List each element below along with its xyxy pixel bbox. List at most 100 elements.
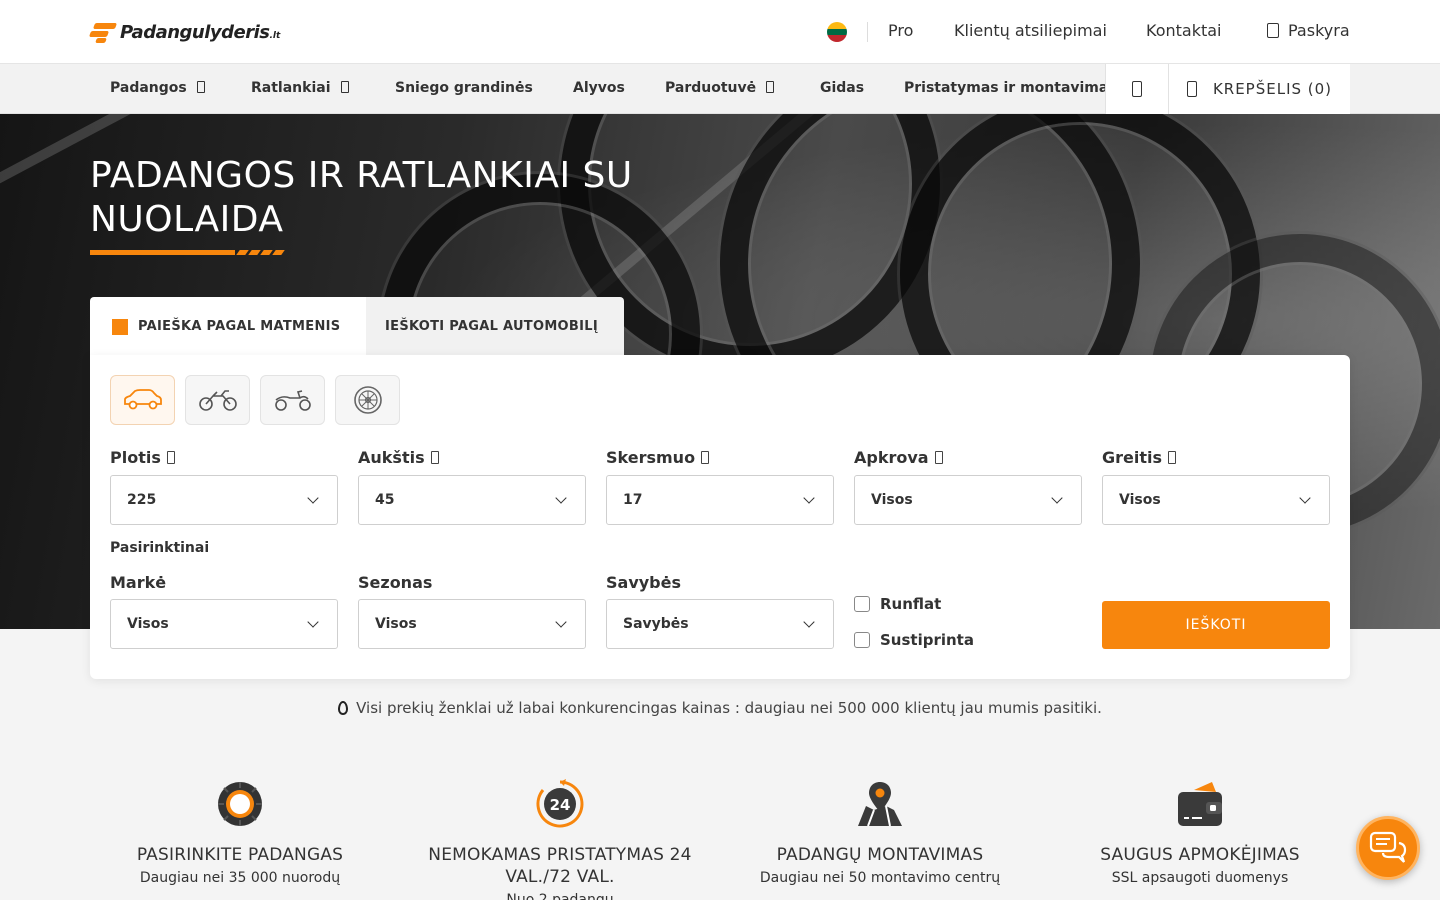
feature-choose-tires: PASIRINKITE PADANGAS Daugiau nei 35 000 … xyxy=(90,780,390,886)
select-value: 225 xyxy=(127,492,157,508)
logo-mark-icon xyxy=(88,21,118,43)
search-toggle-button[interactable] xyxy=(1105,64,1168,114)
load-label: Apkrova xyxy=(854,448,943,467)
hero-underline xyxy=(90,250,235,255)
nav-item-oils[interactable]: Alyvos xyxy=(573,80,625,96)
logo-text: Padangulyderis xyxy=(120,21,270,43)
wheel-icon xyxy=(353,386,382,414)
vehicle-type-scooter[interactable] xyxy=(260,375,325,425)
speed-select[interactable]: Visos xyxy=(1102,475,1330,525)
select-value: 17 xyxy=(623,492,643,508)
vehicle-type-wheel[interactable] xyxy=(335,375,400,425)
delivery-24-icon: 24 xyxy=(536,779,584,828)
nav-item-label: Pristatymas ir montavimas xyxy=(904,80,1106,96)
width-select[interactable]: 225 xyxy=(110,475,338,525)
vehicle-type-motorcycle[interactable] xyxy=(185,375,250,425)
width-label: Plotis xyxy=(110,448,175,467)
chevron-down-icon xyxy=(803,492,815,504)
tab-search-by-car[interactable]: IEŠKOTI PAGAL AUTOMOBILĮ xyxy=(366,297,624,355)
tab-label: PAIEŠKA PAGAL MATMENIS xyxy=(138,319,341,334)
chevron-down-icon xyxy=(766,81,775,93)
feature-subtitle: Nuo 2 padangų xyxy=(506,892,614,900)
search-icon xyxy=(1132,81,1142,97)
top-link-pro[interactable]: Pro xyxy=(888,21,913,40)
speed-label: Greitis xyxy=(1102,448,1177,467)
feature-secure-payment: SAUGUS APMOKĖJIMAS SSL apsaugoti duomeny… xyxy=(1050,780,1350,886)
cart-label: KREPŠELIS (0) xyxy=(1212,80,1333,98)
lithuania-flag-icon[interactable] xyxy=(827,22,847,42)
wallet-icon xyxy=(1178,782,1222,826)
cart-button[interactable]: KREPŠELIS (0) xyxy=(1168,64,1350,114)
brand-label: Markė xyxy=(110,573,167,592)
top-link-reviews[interactable]: Klientų atsiliepimai xyxy=(954,21,1107,40)
cart-icon xyxy=(1186,81,1197,97)
hero-title: PADANGOS IR RATLANKIAI SU NUOLAIDA xyxy=(90,155,633,240)
tire-icon xyxy=(218,782,262,826)
top-link-contacts[interactable]: Kontaktai xyxy=(1146,21,1222,40)
motorcycle-icon xyxy=(198,390,237,411)
brand-select[interactable]: Visos xyxy=(110,599,338,649)
info-icon xyxy=(430,451,439,464)
select-value: Visos xyxy=(871,492,913,508)
logo-tld: .lt xyxy=(269,31,281,41)
nav-item-guide[interactable]: Gidas xyxy=(820,80,864,96)
svg-text:24: 24 xyxy=(550,796,571,814)
chevron-down-icon xyxy=(340,81,349,93)
main-nav: Padangos Ratlankiai Sniego grandinės Aly… xyxy=(0,64,1440,114)
chat-button[interactable] xyxy=(1356,816,1420,880)
chevron-down-icon xyxy=(307,492,319,504)
chevron-down-icon xyxy=(555,616,567,628)
award-icon xyxy=(338,701,349,715)
reinforced-checkbox[interactable] xyxy=(854,632,870,648)
feature-subtitle: SSL apsaugoti duomenys xyxy=(1111,870,1289,886)
vehicle-type-car[interactable] xyxy=(110,375,175,425)
account-link[interactable]: Paskyra xyxy=(1266,21,1350,40)
height-label: Aukštis xyxy=(358,448,439,467)
car-icon xyxy=(123,389,162,410)
nav-item-snow-chains[interactable]: Sniego grandinės xyxy=(395,80,533,96)
search-button[interactable]: IEŠKOTI xyxy=(1102,601,1330,649)
feature-subtitle: Daugiau nei 50 montavimo centrų xyxy=(759,870,1001,886)
feature-title: PADANGŲ MONTAVIMAS xyxy=(776,845,984,865)
select-value: Visos xyxy=(1119,492,1161,508)
diameter-select[interactable]: 17 xyxy=(606,475,834,525)
info-icon xyxy=(1168,451,1177,464)
info-icon xyxy=(934,451,943,464)
season-label: Sezonas xyxy=(358,573,433,592)
features-select[interactable]: Savybės xyxy=(606,599,834,649)
brand-logo[interactable]: Padangulyderis .lt xyxy=(88,18,281,46)
feature-title: NEMOKAMAS PRISTATYMAS 24 VAL./72 VAL. xyxy=(428,845,692,887)
feature-mounting: PADANGŲ MONTAVIMAS Daugiau nei 50 montav… xyxy=(730,780,1030,886)
top-header: Padangulyderis .lt Pro Klientų atsiliepi… xyxy=(0,0,1440,64)
divider xyxy=(867,22,868,42)
info-icon xyxy=(701,451,710,464)
features-label: Savybės xyxy=(606,573,682,592)
feature-title: PASIRINKITE PADANGAS xyxy=(136,845,344,865)
nav-item-shop[interactable]: Parduotuvė xyxy=(665,80,775,96)
chevron-down-icon xyxy=(803,616,815,628)
feature-title: SAUGUS APMOKĖJIMAS xyxy=(1100,845,1300,865)
chevron-down-icon xyxy=(1051,492,1063,504)
map-pin-icon xyxy=(858,782,902,827)
nav-item-label: Padangos xyxy=(110,80,187,96)
season-select[interactable]: Visos xyxy=(358,599,586,649)
nav-item-label: Parduotuvė xyxy=(665,80,757,96)
nav-item-rims[interactable]: Ratlankiai xyxy=(251,80,349,96)
select-value: Visos xyxy=(375,616,417,632)
tab-search-by-size[interactable]: PAIEŠKA PAGAL MATMENIS xyxy=(90,297,366,355)
diameter-label: Skersmuo xyxy=(606,448,710,467)
select-value: 45 xyxy=(375,492,395,508)
reinforced-label: Sustiprinta xyxy=(880,631,974,649)
trust-line: Visi prekių ženklai už labai konkurencin… xyxy=(0,699,1440,717)
chevron-down-icon xyxy=(307,616,319,628)
nav-item-delivery[interactable]: Pristatymas ir montavimas xyxy=(904,80,1106,96)
feature-subtitle: Daugiau nei 35 000 nuorodų xyxy=(139,870,341,886)
active-tab-indicator xyxy=(112,319,128,335)
load-select[interactable]: Visos xyxy=(854,475,1082,525)
height-select[interactable]: 45 xyxy=(358,475,586,525)
runflat-checkbox[interactable] xyxy=(854,596,870,612)
chevron-down-icon xyxy=(196,81,205,93)
trust-text: Visi prekių ženklai už labai konkurencin… xyxy=(356,699,1102,717)
nav-item-tires[interactable]: Padangos xyxy=(110,80,205,96)
tab-label: IEŠKOTI PAGAL AUTOMOBILĮ xyxy=(385,319,598,334)
